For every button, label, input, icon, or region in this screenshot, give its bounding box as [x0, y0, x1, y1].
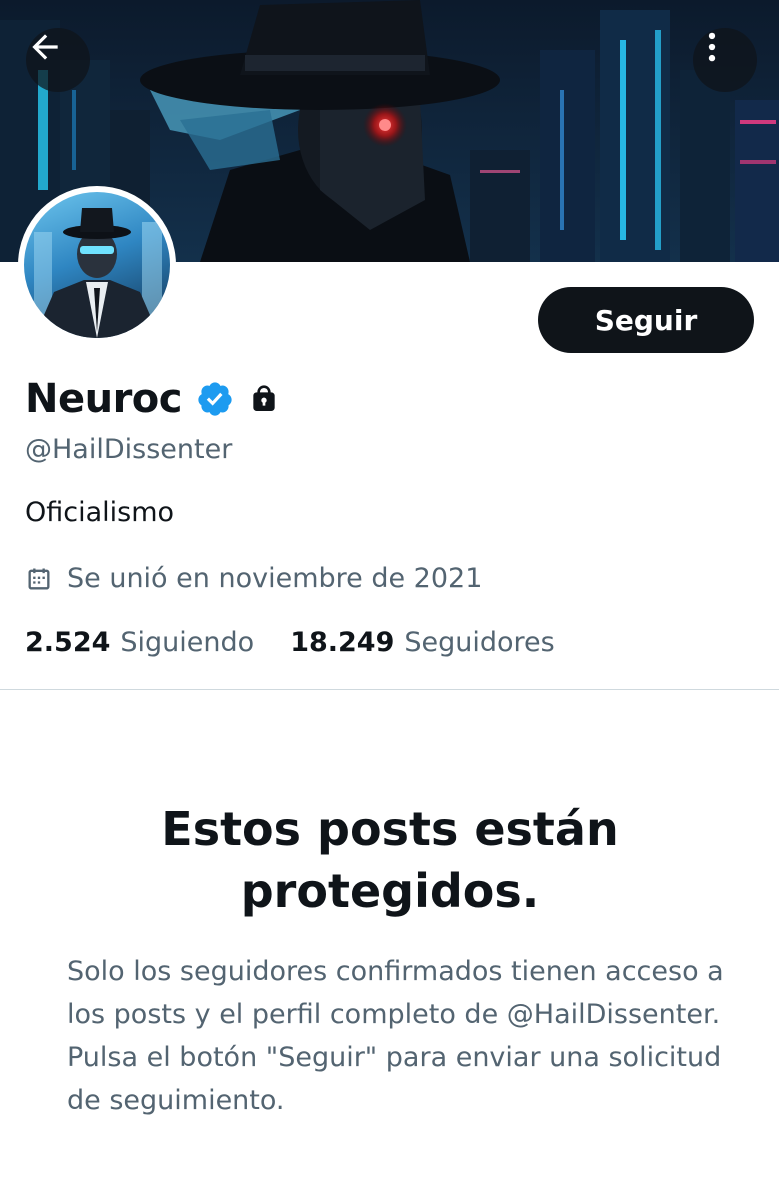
- back-button[interactable]: [26, 28, 90, 92]
- profile-name-row: Neuroc: [25, 372, 280, 426]
- profile-bio: Oficialismo: [25, 497, 175, 528]
- divider: [0, 689, 779, 690]
- follow-button[interactable]: Seguir: [538, 287, 754, 353]
- following-label: Siguiendo: [120, 627, 255, 658]
- protected-description: Solo los seguidores confirmados tienen a…: [67, 956, 724, 1116]
- followers-label: Seguidores: [404, 627, 555, 658]
- username-handle: @HailDissenter: [25, 434, 233, 465]
- avatar[interactable]: [18, 186, 176, 344]
- followers-link[interactable]: 18.249 Seguidores: [290, 627, 555, 658]
- avatar-image: [24, 192, 170, 338]
- verified-badge-icon[interactable]: [196, 380, 234, 418]
- followers-count: 18.249: [290, 627, 395, 658]
- display-name: Neuroc: [25, 376, 183, 422]
- join-date-text: Se unió en noviembre de 2021: [67, 563, 483, 594]
- follow-stats: 2.524 Siguiendo 18.249 Seguidores: [25, 627, 555, 658]
- lock-icon: [248, 382, 280, 416]
- following-count: 2.524: [25, 627, 111, 658]
- join-date: Se unió en noviembre de 2021: [25, 563, 482, 594]
- calendar-icon: [25, 565, 53, 593]
- more-vertical-icon: [708, 32, 716, 62]
- protected-title: Estos posts están protegidos.: [161, 802, 619, 918]
- following-link[interactable]: 2.524 Siguiendo: [25, 627, 254, 658]
- more-options-button[interactable]: [693, 28, 757, 92]
- arrow-left-icon: [32, 34, 58, 60]
